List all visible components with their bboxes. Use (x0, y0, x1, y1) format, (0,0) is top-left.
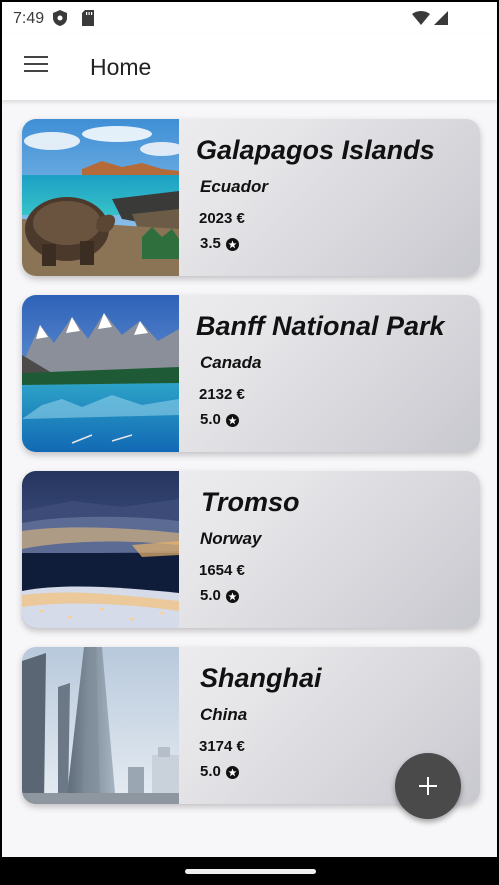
app-screen: 7:49 Home Galapagos Islands Ecuador 2023… (2, 2, 497, 857)
destination-rating: 5.0 (200, 587, 239, 604)
star-icon (225, 238, 239, 251)
destination-title: Banff National Park (196, 311, 445, 341)
destination-card-tromso[interactable]: Tromso Norway 1654 € 5.0 (22, 471, 480, 628)
destination-country: China (200, 705, 248, 724)
menu-icon[interactable] (24, 56, 48, 76)
system-nav-bar (0, 857, 499, 885)
status-time: 7:49 (13, 10, 45, 27)
app-bar: Home (2, 34, 497, 100)
star-icon (225, 766, 239, 779)
destination-title: Tromso (201, 487, 300, 517)
rating-value: 5.0 (200, 587, 221, 604)
destination-price: 1654 € (199, 562, 245, 579)
rating-value: 5.0 (200, 411, 221, 428)
status-bar: 7:49 (2, 2, 497, 34)
rating-value: 5.0 (200, 763, 221, 780)
destination-country: Ecuador (200, 177, 269, 196)
banff-lake-photo (22, 295, 179, 452)
plus-icon (419, 777, 437, 795)
rating-value: 3.5 (200, 235, 221, 252)
page-title: Home (90, 54, 152, 80)
destination-title: Galapagos Islands (196, 135, 435, 165)
shanghai-tower-photo (22, 647, 179, 804)
star-icon (225, 590, 239, 603)
destination-rating: 3.5 (200, 235, 239, 252)
star-icon (225, 414, 239, 427)
wifi-icon (412, 11, 430, 25)
destination-country: Norway (200, 529, 262, 548)
destination-price: 2023 € (199, 210, 245, 227)
add-destination-button[interactable] (395, 753, 461, 819)
tromso-night-photo (22, 471, 179, 628)
sd-card-icon (82, 10, 94, 26)
destination-rating: 5.0 (200, 411, 239, 428)
destination-title: Shanghai (200, 663, 322, 693)
destination-price: 3174 € (199, 738, 245, 755)
destination-card-banff[interactable]: Banff National Park Canada 2132 € 5.0 (22, 295, 480, 452)
destination-price: 2132 € (199, 386, 245, 403)
destination-rating: 5.0 (200, 763, 239, 780)
home-gesture-handle[interactable] (185, 869, 316, 874)
galapagos-tortoise-photo (22, 119, 179, 276)
shield-icon (53, 10, 67, 26)
signal-icon (434, 11, 448, 25)
destination-card-galapagos[interactable]: Galapagos Islands Ecuador 2023 € 3.5 (22, 119, 480, 276)
destination-country: Canada (200, 353, 262, 372)
